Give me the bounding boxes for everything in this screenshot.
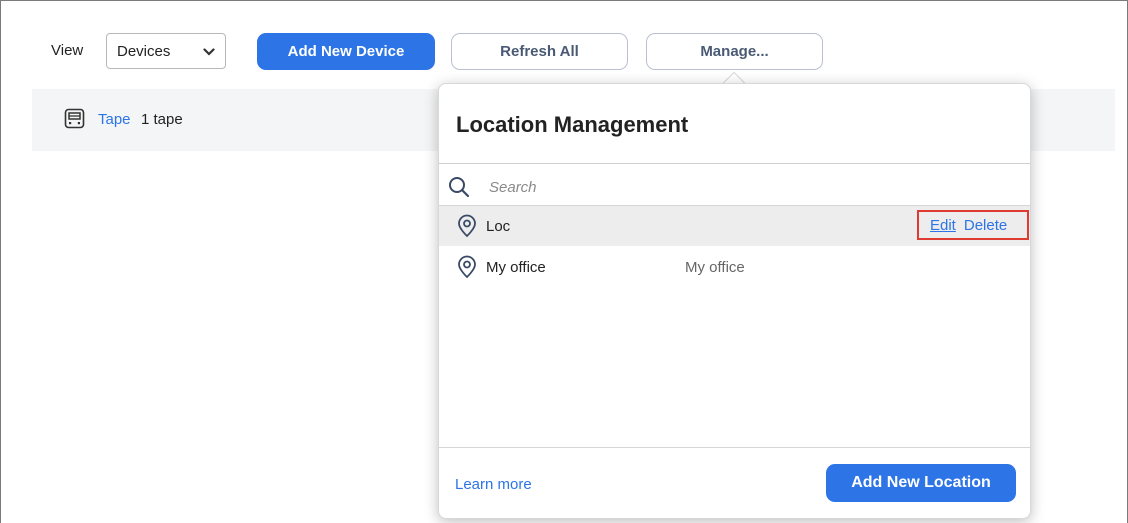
add-new-location-button[interactable]: Add New Location bbox=[826, 464, 1016, 502]
location-description: My office bbox=[685, 259, 745, 276]
edit-link[interactable]: Edit bbox=[930, 217, 956, 234]
refresh-all-button[interactable]: Refresh All bbox=[451, 33, 628, 70]
footer-divider bbox=[439, 447, 1030, 448]
location-name: Loc bbox=[486, 218, 511, 235]
location-row-my-office[interactable]: My office My office bbox=[439, 247, 1030, 287]
title-divider bbox=[439, 163, 1030, 164]
search-icon bbox=[448, 176, 470, 198]
chevron-down-icon bbox=[203, 43, 215, 60]
manage-button[interactable]: Manage... bbox=[646, 33, 823, 70]
add-new-device-button[interactable]: Add New Device bbox=[257, 33, 435, 70]
device-type-link[interactable]: Tape bbox=[98, 111, 131, 128]
location-pin-icon bbox=[456, 214, 478, 238]
location-pin-icon bbox=[456, 255, 478, 279]
learn-more-link[interactable]: Learn more bbox=[455, 476, 532, 493]
location-row-loc[interactable]: Loc Edit Delete bbox=[439, 206, 1030, 246]
view-label: View bbox=[51, 42, 84, 59]
view-select[interactable]: Devices bbox=[106, 33, 226, 69]
device-count: 1 tape bbox=[141, 111, 183, 128]
location-name: My office bbox=[486, 259, 546, 276]
delete-link[interactable]: Delete bbox=[964, 217, 1007, 234]
popover-title: Location Management bbox=[456, 112, 689, 137]
view-select-value: Devices bbox=[117, 42, 171, 60]
location-actions: Edit Delete bbox=[917, 210, 1029, 240]
search-input[interactable] bbox=[489, 175, 989, 199]
tape-drive-icon bbox=[64, 108, 85, 129]
location-management-popover: Location Management Loc Edit Delete bbox=[438, 83, 1031, 519]
